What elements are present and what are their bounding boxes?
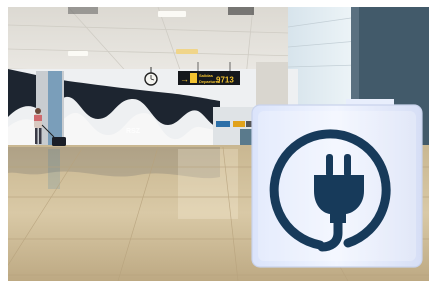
overhead-sign-arrow-icon: →: [180, 74, 189, 84]
sign-gates: 9713: [216, 76, 234, 85]
scene-svg: RSZ → Salidas Departures 9713: [8, 7, 429, 281]
airport-terminal-photo: RSZ → Salidas Departures 9713: [8, 7, 429, 281]
sign-line1: Salidas: [199, 73, 214, 78]
wall-logo-text: RSZ: [126, 128, 141, 135]
